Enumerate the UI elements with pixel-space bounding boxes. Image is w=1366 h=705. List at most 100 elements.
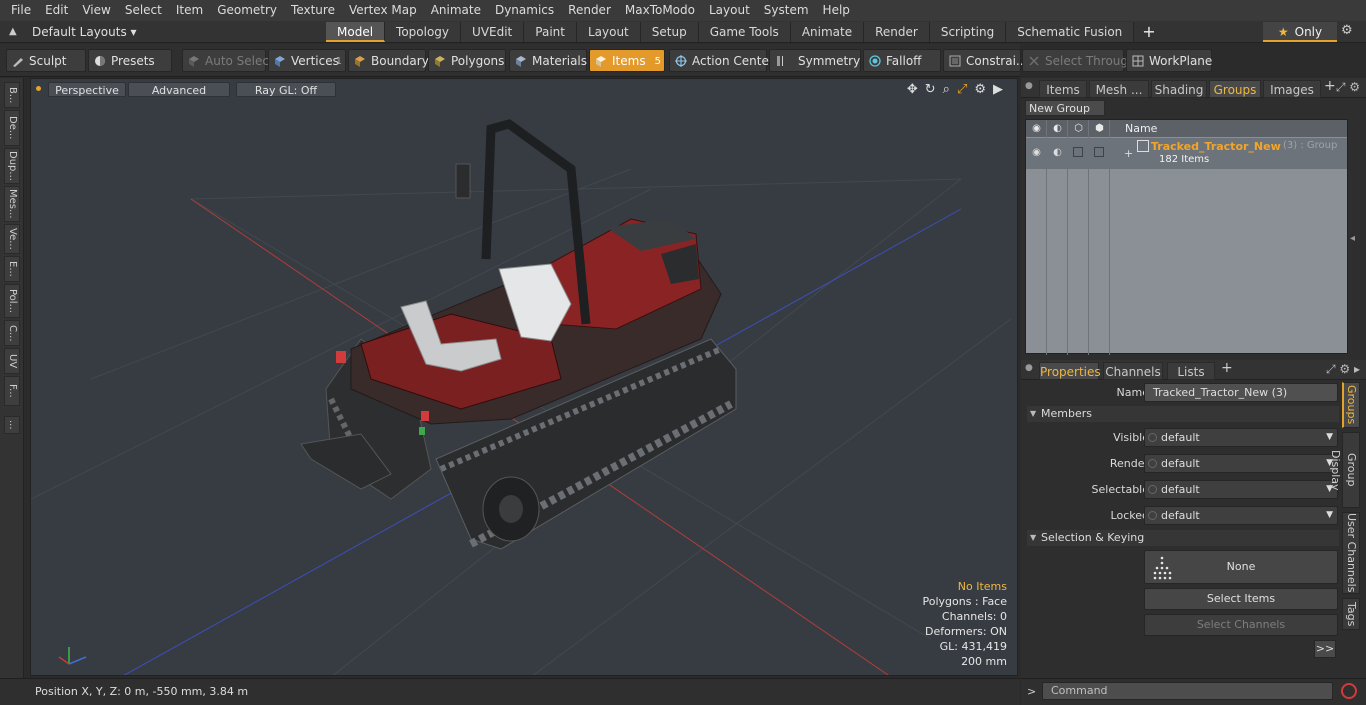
- render-dropdown[interactable]: default▼: [1144, 454, 1338, 473]
- props-tools-icon[interactable]: ⤢ ⚙ ▸: [1326, 362, 1360, 377]
- tab-paint[interactable]: Paint: [524, 22, 577, 42]
- collapse-arrow-icon[interactable]: ▲: [9, 26, 17, 37]
- vtab-group-display[interactable]: Group Display: [1329, 432, 1360, 508]
- tab-render[interactable]: Render: [864, 22, 930, 42]
- vertices-button[interactable]: Vertices 1: [268, 49, 346, 72]
- tab-shading[interactable]: Shading: [1151, 80, 1207, 98]
- strip-tab-basic[interactable]: B...: [4, 82, 20, 108]
- tab-topology[interactable]: Topology: [385, 22, 462, 42]
- raygl-button[interactable]: Ray GL: Off: [236, 82, 336, 97]
- menu-render[interactable]: Render: [561, 0, 618, 21]
- members-section[interactable]: ▼ Members: [1027, 406, 1339, 422]
- selection-keying-section[interactable]: ▼ Selection & Keying: [1027, 530, 1339, 546]
- workplane-button[interactable]: WorkPlane: [1126, 49, 1212, 72]
- add-panel-tab-icon[interactable]: +: [1324, 78, 1336, 94]
- tab-lists[interactable]: Lists: [1167, 362, 1215, 380]
- vtab-groups[interactable]: Groups: [1342, 382, 1360, 428]
- menu-view[interactable]: View: [75, 0, 117, 21]
- add-props-tab-icon[interactable]: +: [1221, 360, 1233, 376]
- expand-icon[interactable]: +: [1124, 147, 1133, 160]
- strip-tab-duplicate[interactable]: Dup...: [4, 148, 20, 184]
- row-selectable-box[interactable]: [1073, 147, 1083, 157]
- locked-dropdown[interactable]: default ▼: [1144, 506, 1338, 525]
- command-input[interactable]: Command: [1042, 682, 1333, 700]
- viewport-play-icon[interactable]: ▶: [993, 82, 1003, 97]
- strip-tab-fusion[interactable]: F...: [4, 376, 20, 406]
- menu-geometry[interactable]: Geometry: [210, 0, 284, 21]
- tab-groups[interactable]: Groups: [1209, 80, 1261, 98]
- name-field[interactable]: Tracked_Tractor_New (3): [1144, 383, 1338, 402]
- vtab-tags[interactable]: Tags: [1342, 598, 1360, 630]
- strip-tab-mesh[interactable]: Mes...: [4, 186, 20, 222]
- pan-icon[interactable]: ✥: [907, 82, 918, 97]
- strip-tab-edge[interactable]: E...: [4, 256, 20, 282]
- visible-dropdown[interactable]: default ▼: [1144, 428, 1338, 447]
- strip-tab-deform[interactable]: De...: [4, 110, 20, 146]
- menu-help[interactable]: Help: [816, 0, 857, 21]
- presets-button[interactable]: Presets: [88, 49, 172, 72]
- panel-tools-icon[interactable]: ⤢ ⚙: [1336, 80, 1360, 95]
- select-through-button[interactable]: Select Through: [1022, 49, 1136, 72]
- menu-animate[interactable]: Animate: [424, 0, 488, 21]
- panel-dot-icon[interactable]: ●: [1025, 81, 1033, 91]
- tab-scripting[interactable]: Scripting: [929, 22, 1007, 42]
- tab-layout[interactable]: Layout: [576, 22, 641, 42]
- menu-edit[interactable]: Edit: [38, 0, 75, 21]
- props-dot-icon[interactable]: ●: [1025, 363, 1033, 373]
- tab-game-tools[interactable]: Game Tools: [698, 22, 791, 42]
- menu-select[interactable]: Select: [118, 0, 169, 21]
- tab-schematic-fusion[interactable]: Schematic Fusion: [1006, 22, 1135, 42]
- gear-icon[interactable]: ⚙: [1341, 23, 1353, 38]
- selectable-dropdown[interactable]: default▼: [1144, 480, 1338, 499]
- viewport-gear-icon[interactable]: ⚙: [974, 82, 986, 97]
- select-channels-button[interactable]: Select Channels: [1144, 614, 1338, 636]
- auto-select-button[interactable]: Auto Select: [182, 49, 274, 72]
- sculpt-button[interactable]: Sculpt: [6, 49, 86, 72]
- layouts-dropdown[interactable]: Default Layouts ▾: [32, 21, 182, 43]
- group-row[interactable]: ◉ ◐ + Tracked_Tractor_New (3) : Group 18…: [1026, 138, 1347, 169]
- eye-icon[interactable]: ◉: [1031, 123, 1042, 134]
- items-button[interactable]: Items 5: [589, 49, 665, 72]
- strip-tab-more[interactable]: ...: [4, 416, 20, 434]
- viewport-menu-dot-icon[interactable]: [36, 86, 41, 91]
- strip-tab-curve[interactable]: C...: [4, 320, 20, 346]
- add-tab-icon[interactable]: +: [1134, 22, 1163, 42]
- lock-icon[interactable]: ⬢: [1094, 123, 1105, 134]
- strip-tab-polygon[interactable]: Pol...: [4, 284, 20, 318]
- strip-tab-vertex[interactable]: Ve...: [4, 224, 20, 254]
- row-lock-box[interactable]: [1094, 147, 1104, 157]
- tab-channels[interactable]: Channels: [1103, 362, 1163, 380]
- vtab-user-channels[interactable]: User Channels: [1342, 512, 1360, 594]
- list-scroll-handle-icon[interactable]: ◂: [1350, 233, 1355, 244]
- tab-model[interactable]: Model: [326, 22, 386, 42]
- falloff-button[interactable]: Falloff: [863, 49, 941, 72]
- row-render-icon[interactable]: ◐: [1052, 147, 1063, 158]
- tab-items[interactable]: Items: [1039, 80, 1087, 98]
- row-eye-icon[interactable]: ◉: [1031, 147, 1042, 158]
- name-column-header[interactable]: Name: [1125, 122, 1157, 135]
- zoom-icon[interactable]: ⌕: [943, 82, 950, 97]
- constraints-button[interactable]: Constrai...: [943, 49, 1027, 72]
- selectable-icon[interactable]: ⬡: [1073, 123, 1084, 134]
- tab-uvedit[interactable]: UVEdit: [461, 22, 525, 42]
- menu-file[interactable]: File: [4, 0, 38, 21]
- none-button[interactable]: None: [1144, 550, 1338, 584]
- record-icon[interactable]: [1341, 683, 1357, 699]
- polygons-button[interactable]: Polygons: [428, 49, 506, 72]
- symmetry-button[interactable]: Symmetry: [769, 49, 861, 72]
- action-center-button[interactable]: Action Center: [669, 49, 774, 72]
- select-items-button[interactable]: Select Items: [1144, 588, 1338, 610]
- strip-tab-uv[interactable]: UV: [4, 348, 20, 374]
- menu-maxtomodo[interactable]: MaxToModo: [618, 0, 702, 21]
- menu-dynamics[interactable]: Dynamics: [488, 0, 561, 21]
- only-toggle[interactable]: ★ Only: [1263, 22, 1337, 42]
- menu-item[interactable]: Item: [169, 0, 210, 21]
- perspective-button[interactable]: Perspective: [48, 82, 126, 97]
- render-icon[interactable]: ◐: [1052, 123, 1063, 134]
- menu-layout[interactable]: Layout: [702, 0, 757, 21]
- rotate-icon[interactable]: ↻: [925, 82, 936, 97]
- tab-mesh[interactable]: Mesh ...: [1089, 80, 1149, 98]
- menu-texture[interactable]: Texture: [284, 0, 342, 21]
- tab-setup[interactable]: Setup: [640, 22, 699, 42]
- boundary-button[interactable]: Boundary: [348, 49, 429, 72]
